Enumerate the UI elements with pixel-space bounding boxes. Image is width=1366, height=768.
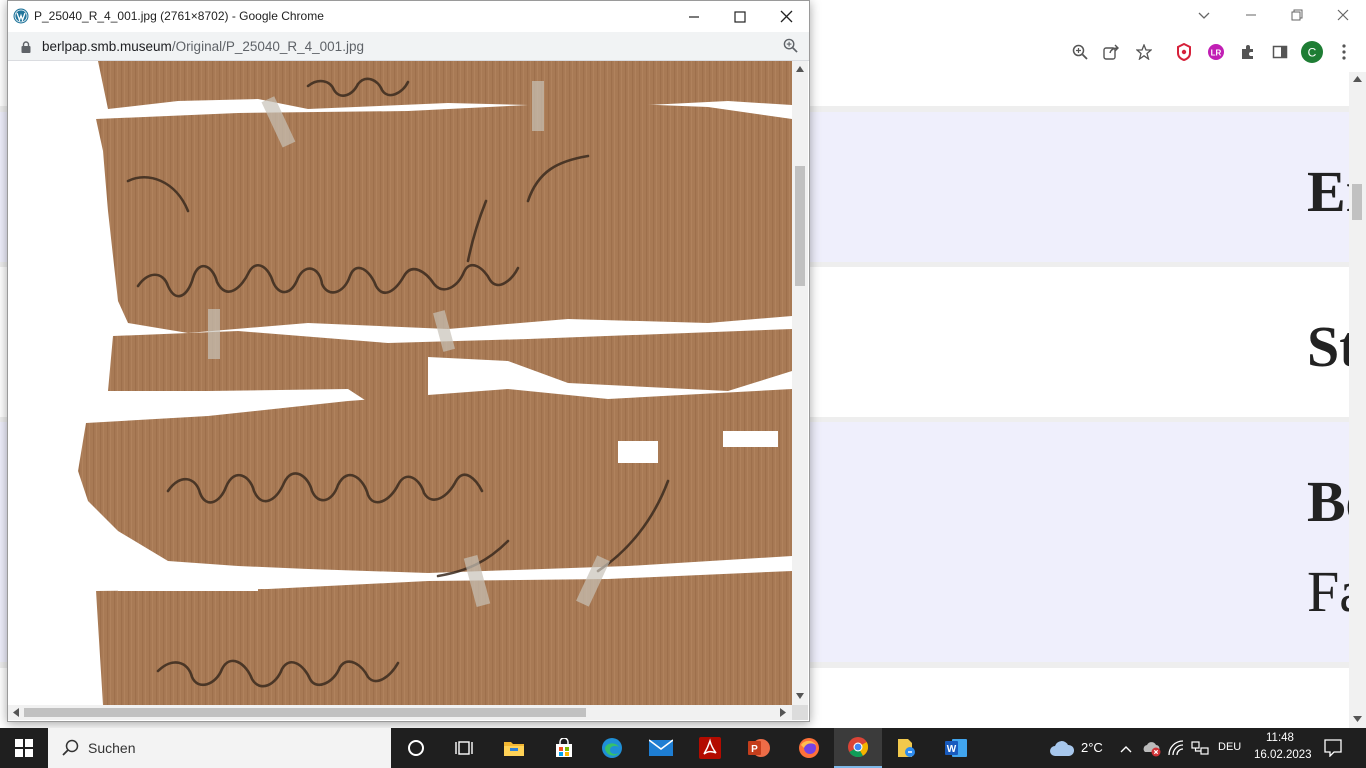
task-view-icon[interactable] [440, 728, 488, 768]
popup-zoom-icon[interactable] [783, 38, 798, 58]
tray-overflow-chevron-icon[interactable] [1120, 741, 1132, 759]
chrome-taskbar-icon[interactable] [834, 728, 882, 768]
popup-hscroll-thumb[interactable] [24, 708, 586, 717]
popup-window-title: P_25040_R_4_001.jpg (2761×8702) - Google… [34, 9, 324, 23]
file-explorer-icon[interactable] [490, 728, 538, 768]
url-path: /Original/P_25040_R_4_001.jpg [171, 39, 364, 54]
language-indicator[interactable]: DEU [1218, 741, 1241, 753]
popup-close-button[interactable] [763, 1, 809, 32]
side-panel-icon[interactable] [1268, 40, 1292, 64]
extension-lr-icon[interactable]: LR [1204, 40, 1228, 64]
restore-button[interactable] [1274, 0, 1320, 30]
edge-icon[interactable] [588, 728, 636, 768]
search-icon [62, 739, 79, 761]
url-host: berlpap.smb.museum [42, 39, 172, 54]
windows-taskbar: Suchen P W 2°C DEU 11:48 16.02.2023 [0, 728, 1366, 768]
microsoft-store-icon[interactable] [540, 728, 588, 768]
popup-vertical-scrollbar[interactable] [792, 61, 808, 705]
background-vertical-scrollbar[interactable] [1349, 72, 1366, 728]
background-scroll-thumb[interactable] [1352, 184, 1362, 220]
image-viewer-popup: P_25040_R_4_001.jpg (2761×8702) - Google… [7, 0, 810, 722]
lock-icon[interactable] [21, 40, 31, 58]
taskbar-search-box[interactable]: Suchen [48, 728, 391, 768]
popup-vscroll-thumb[interactable] [795, 166, 805, 286]
powerpoint-icon[interactable]: P [735, 728, 783, 768]
search-label: Suchen [88, 740, 136, 756]
popup-minimize-button[interactable] [671, 1, 717, 32]
popup-address-bar[interactable]: berlpap.smb.museum/Original/P_25040_R_4_… [8, 32, 809, 61]
weather-temperature[interactable]: 2°C [1081, 740, 1103, 755]
bookmark-star-icon[interactable] [1132, 40, 1156, 64]
popup-horizontal-scrollbar[interactable] [8, 705, 792, 720]
start-button[interactable] [0, 728, 48, 768]
firefox-icon[interactable] [785, 728, 833, 768]
close-button[interactable] [1320, 0, 1366, 30]
popup-titlebar[interactable]: P_25040_R_4_001.jpg (2761×8702) - Google… [8, 1, 809, 32]
papyrus-image[interactable] [8, 61, 792, 705]
profile-avatar[interactable]: C [1300, 40, 1324, 64]
extensions-puzzle-icon[interactable] [1236, 40, 1260, 64]
profile-initial: C [1308, 46, 1317, 60]
minimize-button[interactable] [1228, 0, 1274, 30]
share-icon[interactable] [1100, 40, 1124, 64]
acrobat-icon[interactable] [686, 728, 734, 768]
scrollbar-corner [792, 705, 808, 720]
popup-maximize-button[interactable] [717, 1, 763, 32]
zoom-icon[interactable] [1068, 40, 1092, 64]
weather-cloud-icon[interactable] [1049, 739, 1075, 762]
popup-url[interactable]: berlpap.smb.museum/Original/P_25040_R_4_… [42, 39, 364, 54]
chrome-menu-icon[interactable] [1332, 40, 1356, 64]
svg-text:W: W [947, 744, 957, 755]
tab-search-chevron-icon[interactable] [1181, 0, 1227, 30]
clock-time[interactable]: 11:48 [1266, 732, 1294, 744]
file-manager-icon[interactable] [883, 728, 931, 768]
wifi-icon[interactable] [1168, 740, 1184, 761]
onedrive-error-icon[interactable] [1142, 739, 1162, 762]
mail-icon[interactable] [637, 728, 685, 768]
word-icon[interactable]: W [932, 728, 980, 768]
notification-center-icon[interactable] [1324, 739, 1342, 762]
extension-lr-label: LR [1211, 49, 1222, 58]
wordpress-icon [13, 8, 29, 29]
clock-date[interactable]: 16.02.2023 [1254, 749, 1312, 761]
cortana-icon[interactable] [392, 728, 440, 768]
extension-red-icon[interactable] [1172, 40, 1196, 64]
svg-text:P: P [751, 744, 758, 755]
network-icon[interactable] [1191, 741, 1209, 760]
